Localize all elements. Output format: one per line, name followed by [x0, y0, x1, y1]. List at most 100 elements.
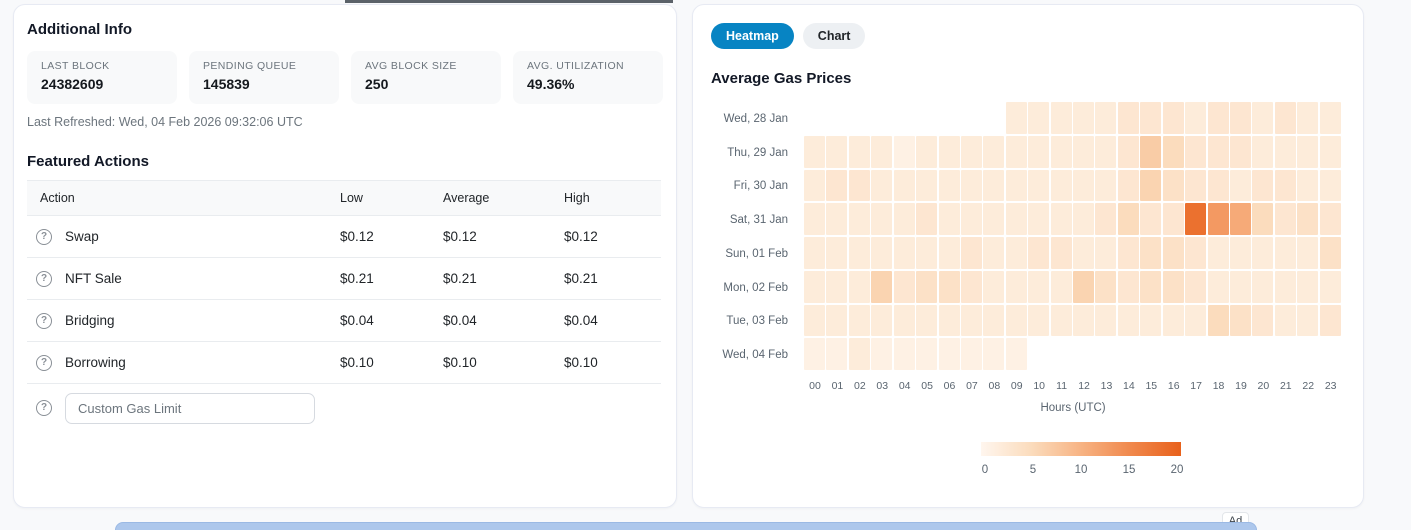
heatmap-cell[interactable] [1118, 271, 1139, 303]
heatmap-cell[interactable] [1163, 136, 1184, 168]
heatmap-cell[interactable] [1297, 102, 1318, 134]
heatmap-cell[interactable] [826, 203, 847, 235]
heatmap-cell[interactable] [1208, 203, 1229, 235]
heatmap-cell[interactable] [916, 271, 937, 303]
heatmap-cell[interactable] [1230, 170, 1251, 202]
heatmap-cell[interactable] [1006, 338, 1027, 370]
heatmap-cell[interactable] [1275, 102, 1296, 134]
heatmap-cell[interactable] [983, 338, 1004, 370]
heatmap-cell[interactable] [1028, 170, 1049, 202]
heatmap-cell[interactable] [1163, 102, 1184, 134]
custom-gas-limit-input[interactable] [65, 393, 315, 424]
heatmap-cell[interactable] [1006, 203, 1027, 235]
heatmap-cell[interactable] [1320, 203, 1341, 235]
heatmap-cell[interactable] [1118, 203, 1139, 235]
heatmap-cell[interactable] [1051, 136, 1072, 168]
heatmap-cell[interactable] [1163, 305, 1184, 337]
heatmap-cell[interactable] [961, 203, 982, 235]
heatmap-cell[interactable] [1118, 305, 1139, 337]
heatmap-cell[interactable] [849, 136, 870, 168]
heatmap-cell[interactable] [939, 338, 960, 370]
heatmap-cell[interactable] [804, 203, 825, 235]
heatmap-cell[interactable] [1051, 203, 1072, 235]
heatmap-cell[interactable] [1118, 102, 1139, 134]
heatmap-cell[interactable] [1051, 237, 1072, 269]
heatmap-cell[interactable] [1140, 170, 1161, 202]
heatmap-cell[interactable] [1275, 136, 1296, 168]
heatmap-cell[interactable] [1252, 305, 1273, 337]
heatmap-cell[interactable] [961, 136, 982, 168]
heatmap-cell[interactable] [939, 271, 960, 303]
heatmap-cell[interactable] [1118, 136, 1139, 168]
heatmap-cell[interactable] [1252, 271, 1273, 303]
heatmap-cell[interactable] [1297, 136, 1318, 168]
heatmap-cell[interactable] [1163, 170, 1184, 202]
heatmap-cell[interactable] [961, 237, 982, 269]
heatmap-cell[interactable] [826, 237, 847, 269]
heatmap-cell[interactable] [1230, 237, 1251, 269]
heatmap-cell[interactable] [1275, 203, 1296, 235]
heatmap-cell[interactable] [1252, 102, 1273, 134]
heatmap-cell[interactable] [1095, 271, 1116, 303]
heatmap-cell[interactable] [871, 237, 892, 269]
heatmap-cell[interactable] [1185, 136, 1206, 168]
heatmap-cell[interactable] [939, 136, 960, 168]
heatmap-cell[interactable] [1073, 237, 1094, 269]
heatmap-cell[interactable] [871, 305, 892, 337]
heatmap-cell[interactable] [939, 170, 960, 202]
heatmap-cell[interactable] [1140, 305, 1161, 337]
heatmap-cell[interactable] [1320, 237, 1341, 269]
heatmap-cell[interactable] [983, 237, 1004, 269]
heatmap-cell[interactable] [961, 271, 982, 303]
heatmap-cell[interactable] [1140, 271, 1161, 303]
heatmap-cell[interactable] [1275, 305, 1296, 337]
heatmap-cell[interactable] [1208, 136, 1229, 168]
heatmap-cell[interactable] [1252, 170, 1273, 202]
heatmap-cell[interactable] [983, 170, 1004, 202]
heatmap-cell[interactable] [1230, 102, 1251, 134]
heatmap-cell[interactable] [983, 203, 1004, 235]
heatmap-cell[interactable] [894, 237, 915, 269]
heatmap-cell[interactable] [894, 271, 915, 303]
heatmap-cell[interactable] [894, 305, 915, 337]
heatmap-cell[interactable] [826, 305, 847, 337]
heatmap-cell[interactable] [916, 338, 937, 370]
heatmap-cell[interactable] [1297, 271, 1318, 303]
heatmap-cell[interactable] [1275, 170, 1296, 202]
heatmap-cell[interactable] [804, 170, 825, 202]
heatmap-cell[interactable] [849, 271, 870, 303]
heatmap-cell[interactable] [1028, 136, 1049, 168]
heatmap-cell[interactable] [1051, 305, 1072, 337]
tab-heatmap[interactable]: Heatmap [711, 23, 794, 49]
tab-chart[interactable]: Chart [803, 23, 866, 49]
heatmap-cell[interactable] [1230, 136, 1251, 168]
help-icon[interactable]: ? [36, 229, 52, 245]
heatmap-cell[interactable] [1297, 203, 1318, 235]
heatmap-cell[interactable] [849, 237, 870, 269]
heatmap-cell[interactable] [1073, 305, 1094, 337]
heatmap-cell[interactable] [1230, 271, 1251, 303]
heatmap-cell[interactable] [1320, 271, 1341, 303]
heatmap-cell[interactable] [1297, 237, 1318, 269]
heatmap-cell[interactable] [1006, 136, 1027, 168]
heatmap-cell[interactable] [1230, 305, 1251, 337]
heatmap-cell[interactable] [826, 338, 847, 370]
heatmap-cell[interactable] [1095, 170, 1116, 202]
heatmap-cell[interactable] [1230, 203, 1251, 235]
heatmap-cell[interactable] [939, 203, 960, 235]
heatmap-cell[interactable] [1140, 203, 1161, 235]
heatmap-cell[interactable] [1028, 305, 1049, 337]
heatmap-cell[interactable] [1073, 136, 1094, 168]
heatmap-cell[interactable] [1095, 203, 1116, 235]
heatmap-cell[interactable] [1208, 102, 1229, 134]
heatmap-cell[interactable] [1208, 170, 1229, 202]
heatmap-cell[interactable] [1185, 237, 1206, 269]
heatmap-cell[interactable] [1006, 305, 1027, 337]
heatmap-cell[interactable] [983, 305, 1004, 337]
heatmap-cell[interactable] [983, 136, 1004, 168]
heatmap-cell[interactable] [1208, 237, 1229, 269]
help-icon[interactable]: ? [36, 400, 52, 416]
heatmap-cell[interactable] [961, 338, 982, 370]
heatmap-cell[interactable] [1320, 102, 1341, 134]
heatmap-cell[interactable] [894, 136, 915, 168]
